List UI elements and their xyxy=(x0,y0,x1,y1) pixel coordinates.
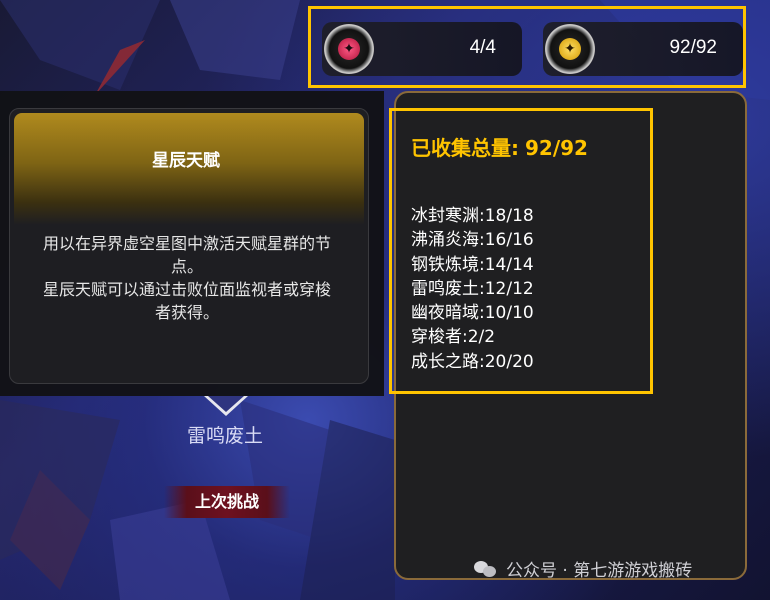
stats-row: 雷鸣废土:12/12 xyxy=(411,278,534,299)
stats-row: 冰封寒渊:18/18 xyxy=(411,206,534,226)
tooltip-desc-line: 用以在异界虚空星图中激活天赋星群的节 xyxy=(42,234,331,253)
tooltip-desc-line: 者获得。 xyxy=(154,303,219,322)
tooltip-description: 用以在异界虚空星图中激活天赋星群的节 点。 星辰天赋可以通过击败位面监视者或穿梭… xyxy=(14,232,360,324)
map-node-marker-inner xyxy=(208,396,244,412)
watermark: 公众号 · 第七游游戏搬砖 xyxy=(474,556,692,581)
stats-row: 沸涌炎海:16/16 xyxy=(411,230,534,251)
tooltip-desc-line: 点。 xyxy=(170,257,203,276)
last-challenge-badge[interactable]: 上次挑战 xyxy=(164,486,290,518)
stats-row: 幽夜暗域:10/10 xyxy=(411,303,534,324)
total-value: 92/92 xyxy=(525,136,588,160)
map-node-name[interactable]: 雷鸣废土 xyxy=(150,421,300,448)
total-label: 已收集总量: xyxy=(411,136,519,160)
total-collected: 已收集总量: 92/92 xyxy=(411,132,588,161)
stats-row: 成长之路:20/20 xyxy=(411,351,534,372)
resource-highlight-frame xyxy=(308,6,746,88)
tooltip-desc-line: 星辰天赋可以通过击败位面监视者或穿梭 xyxy=(42,280,331,299)
tooltip-title: 星辰天赋 xyxy=(152,151,220,171)
stats-row: 穿梭者:2/2 xyxy=(411,327,496,348)
stats-list: 冰封寒渊:18/18 沸涌炎海:16/16 钢铁炼境:14/14 雷鸣废土:12… xyxy=(411,204,534,374)
wechat-icon xyxy=(474,559,498,579)
watermark-text: 公众号 · 第七游游戏搬砖 xyxy=(506,561,693,581)
stats-row: 钢铁炼境:14/14 xyxy=(411,254,534,275)
